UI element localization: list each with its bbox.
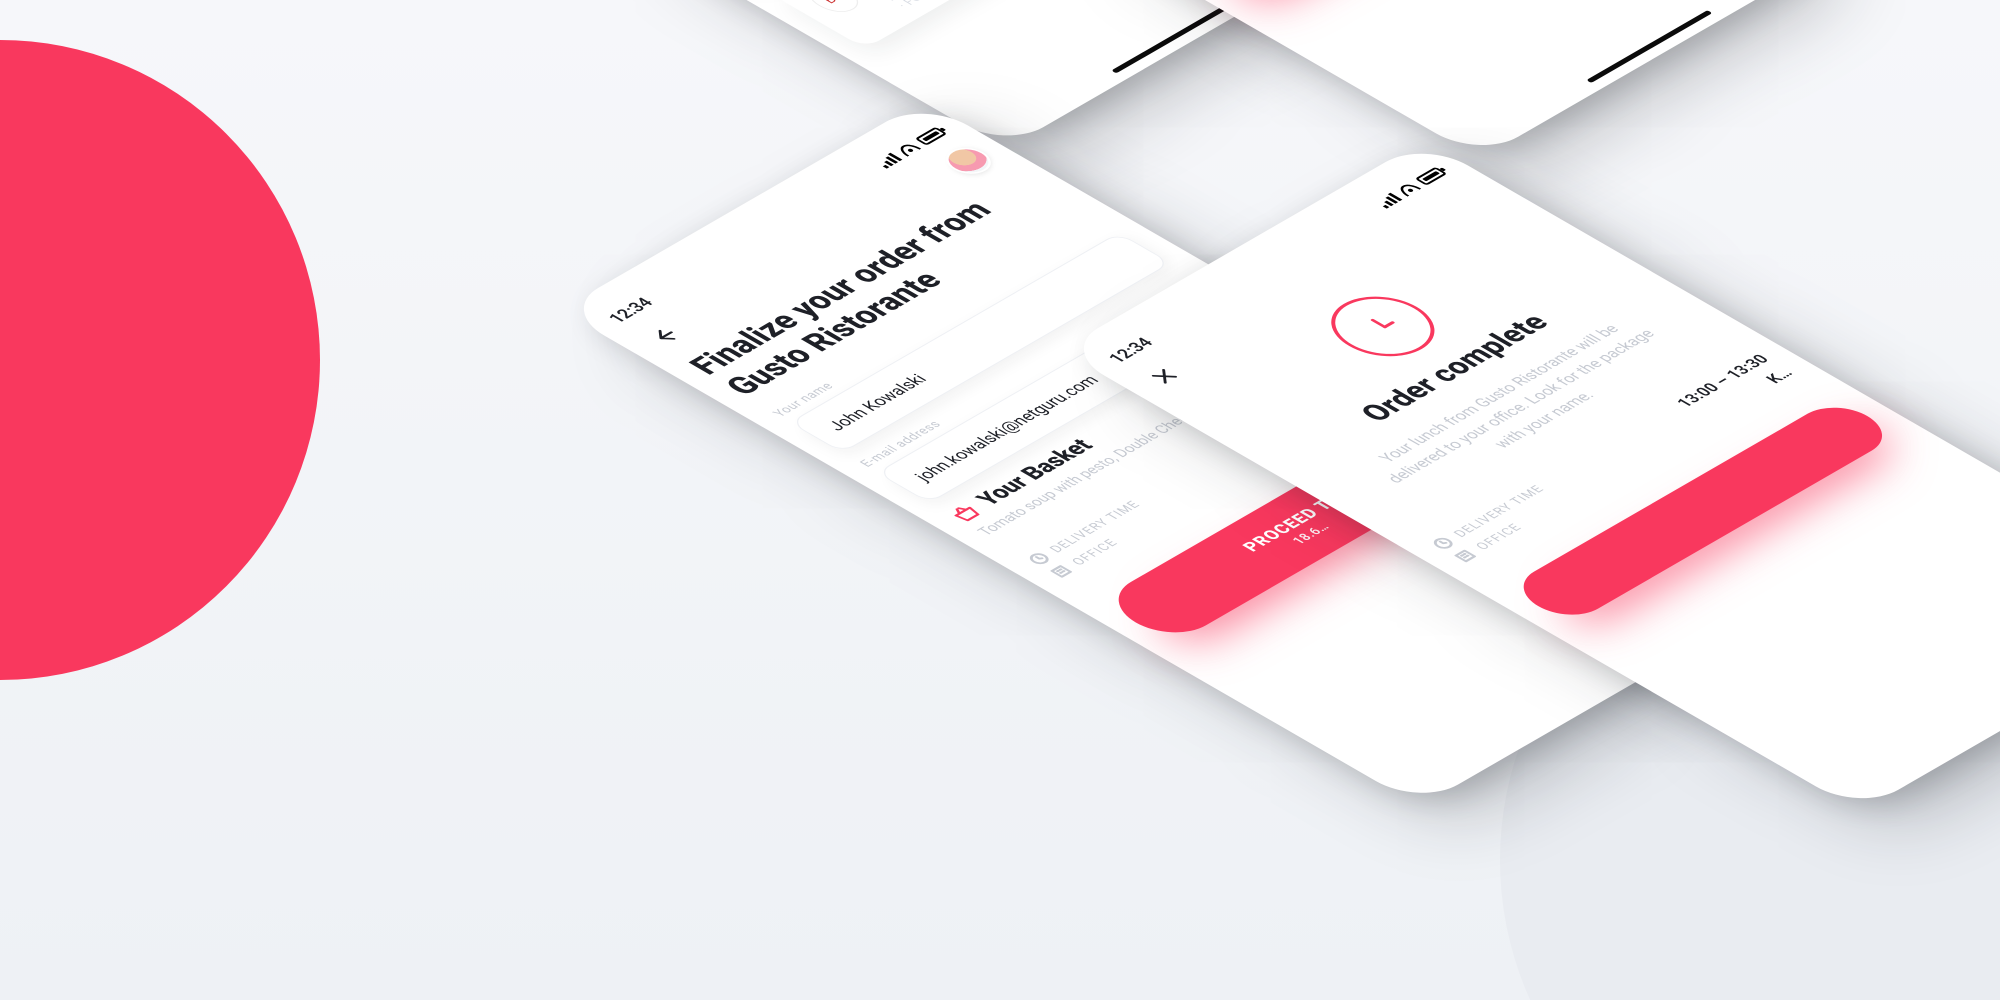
list-item[interactable]: BP Brooklyn Pizza 13:00 – 13:30 LUNCH SE…: [769, 0, 1194, 49]
home-indicator: [1586, 10, 1712, 83]
building-icon: [1450, 547, 1480, 564]
avatar[interactable]: [940, 145, 996, 177]
restaurant-tags: LUNCH SETS · SANDWICHES · ITALIAN · PAST…: [881, 0, 1168, 10]
office-value: K…: [1762, 365, 1798, 386]
close-icon: [1146, 366, 1183, 388]
wifi-icon: [1396, 182, 1422, 197]
clock: 12:34: [1103, 334, 1157, 365]
clock: 12:34: [603, 294, 657, 325]
battery-icon: [915, 127, 948, 146]
arrow-left-icon: [644, 324, 685, 348]
building-icon: [1046, 563, 1076, 580]
restaurant-list: PH Pizza Hut 12:30 – 13:30 SUSHI · SOUPS…: [284, 0, 1194, 49]
close-button[interactable]: [1138, 361, 1190, 391]
signal-icon: [875, 153, 903, 169]
basket-icon: [945, 501, 986, 525]
delivery-value: 13:00 – 13:30: [1672, 352, 1773, 411]
battery-icon: [1415, 167, 1448, 186]
primary-button[interactable]: [1506, 398, 1899, 625]
clock-icon: [1024, 550, 1054, 567]
show-results-button[interactable]: SHOW RESULTS 8 restaurants: [1171, 0, 1575, 4]
back-button[interactable]: [638, 321, 690, 351]
restaurant-logo: BP: [799, 0, 867, 17]
showcase-stage: 12:34 PH Pizza Hut 12:30 – 13: [0, 0, 2000, 1000]
home-indicator: [1111, 1, 1237, 74]
phone-restaurant-list: 12:34 PH Pizza Hut 12:30 – 13: [175, 0, 1319, 120]
signal-icon: [1375, 193, 1403, 209]
wifi-icon: [896, 142, 922, 157]
clock-icon: [1428, 535, 1458, 552]
bg-accent-circle: [0, 40, 320, 680]
